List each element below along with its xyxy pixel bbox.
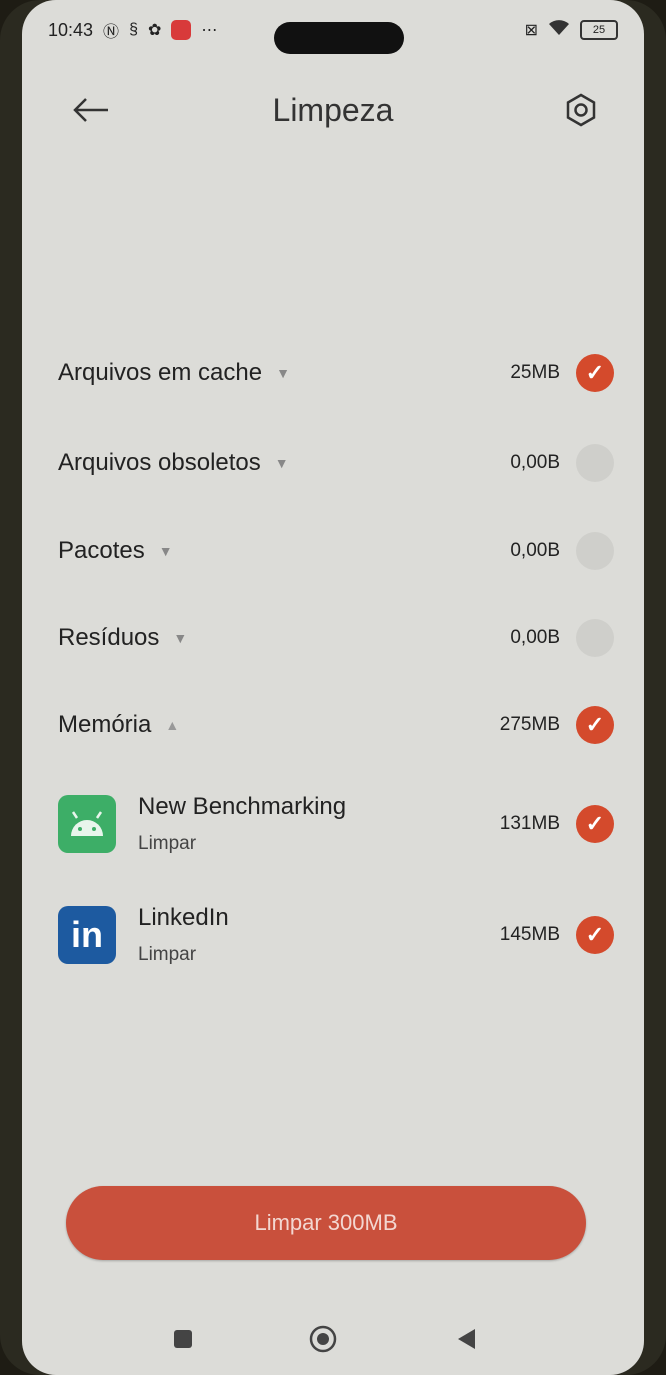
- cleanup-item-label: Memória: [58, 711, 152, 738]
- chevron-down-icon[interactable]: ▼: [276, 365, 290, 381]
- cleanup-item-label: Resíduos: [58, 624, 160, 651]
- back-button[interactable]: [66, 80, 116, 140]
- app-action-label: Limpar: [138, 944, 197, 965]
- cleanup-item-packages[interactable]: Pacotes ▼ 0,00B: [58, 528, 614, 574]
- app-name: New Benchmarking: [138, 793, 347, 820]
- more-notifications-icon: ⋯: [201, 22, 218, 39]
- nfc-icon: Ⓝ: [103, 24, 120, 41]
- status-right: ⊠ 25: [525, 19, 618, 42]
- back-arrow-icon: [73, 98, 108, 122]
- android-icon: [58, 795, 116, 853]
- cleanup-item-residues[interactable]: Resíduos ▼ 0,00B: [58, 615, 614, 661]
- triangle-back-icon: [458, 1329, 475, 1349]
- checkbox-checked-icon[interactable]: ✓: [576, 706, 614, 744]
- cleanup-item-obsolete[interactable]: Arquivos obsoletos ▼ 0,00B: [58, 440, 614, 486]
- checkbox-checked-icon[interactable]: ✓: [576, 916, 614, 954]
- chevron-down-icon[interactable]: ▼: [173, 630, 187, 646]
- checkbox-unchecked-icon[interactable]: [576, 619, 614, 657]
- cleanup-item-label: Pacotes: [58, 537, 145, 564]
- cleanup-item-size: 0,00B: [510, 540, 560, 561]
- page-title: Limpeza: [272, 91, 394, 128]
- linkedin-icon: in: [58, 906, 116, 964]
- cleanup-item-size: 25MB: [510, 362, 560, 383]
- checkbox-checked-icon[interactable]: ✓: [576, 354, 614, 392]
- no-sim-icon: ⊠: [524, 22, 538, 39]
- cleanup-item-label: Arquivos obsoletos: [58, 449, 261, 476]
- chevron-down-icon[interactable]: ▼: [275, 455, 289, 471]
- recents-button[interactable]: [160, 1316, 206, 1362]
- checkbox-unchecked-icon[interactable]: [576, 532, 614, 570]
- checkbox-unchecked-icon[interactable]: [576, 444, 614, 482]
- home-circle-icon: [309, 1325, 337, 1353]
- clean-button[interactable]: Limpar 300MB: [66, 1186, 586, 1260]
- app-text: New Benchmarking Limpar: [138, 793, 346, 855]
- home-button[interactable]: [300, 1316, 346, 1362]
- battery-icon: 25: [580, 20, 618, 40]
- wifi-icon: [548, 19, 570, 42]
- settings-icon: [566, 93, 596, 127]
- status-time: 10:43: [48, 19, 94, 40]
- app-action-label: Limpar: [138, 833, 197, 854]
- cleanup-item-size: 0,00B: [510, 627, 560, 648]
- gear-icon: ✿: [147, 22, 162, 39]
- checkbox-checked-icon[interactable]: ✓: [576, 805, 614, 843]
- cleanup-item-memory[interactable]: Memória ▲ 275MB ✓: [58, 702, 614, 748]
- header: Limpeza: [22, 70, 644, 150]
- cleanup-item-size: 275MB: [499, 714, 560, 735]
- cleanup-item-cache[interactable]: Arquivos em cache ▼ 25MB ✓: [58, 350, 614, 396]
- chevron-down-icon[interactable]: ▼: [159, 543, 173, 559]
- sim-icon: §: [129, 21, 138, 38]
- nav-back-button[interactable]: [443, 1316, 489, 1362]
- camera-notch: [274, 22, 404, 54]
- chevron-up-icon[interactable]: ▲: [165, 717, 179, 733]
- app-row-linkedin[interactable]: in LinkedIn Limpar 145MB ✓: [58, 895, 614, 975]
- cleanup-item-size: 0,00B: [510, 452, 560, 473]
- screen: 10:43 Ⓝ § ✿ ⋯ ⊠ 25 Limpeza Arquivos em c…: [22, 0, 644, 1375]
- square-icon: [174, 1330, 192, 1348]
- app-row-new-benchmarking[interactable]: New Benchmarking Limpar 131MB ✓: [58, 784, 614, 864]
- app-notification-icon: [171, 20, 192, 40]
- settings-button[interactable]: [556, 80, 606, 140]
- app-size: 131MB: [499, 813, 560, 834]
- status-left: 10:43 Ⓝ § ✿ ⋯: [48, 18, 217, 42]
- app-size: 145MB: [499, 924, 560, 945]
- cleanup-item-label: Arquivos em cache: [58, 359, 263, 386]
- app-name: LinkedIn: [138, 904, 229, 931]
- app-text: LinkedIn Limpar: [138, 904, 229, 966]
